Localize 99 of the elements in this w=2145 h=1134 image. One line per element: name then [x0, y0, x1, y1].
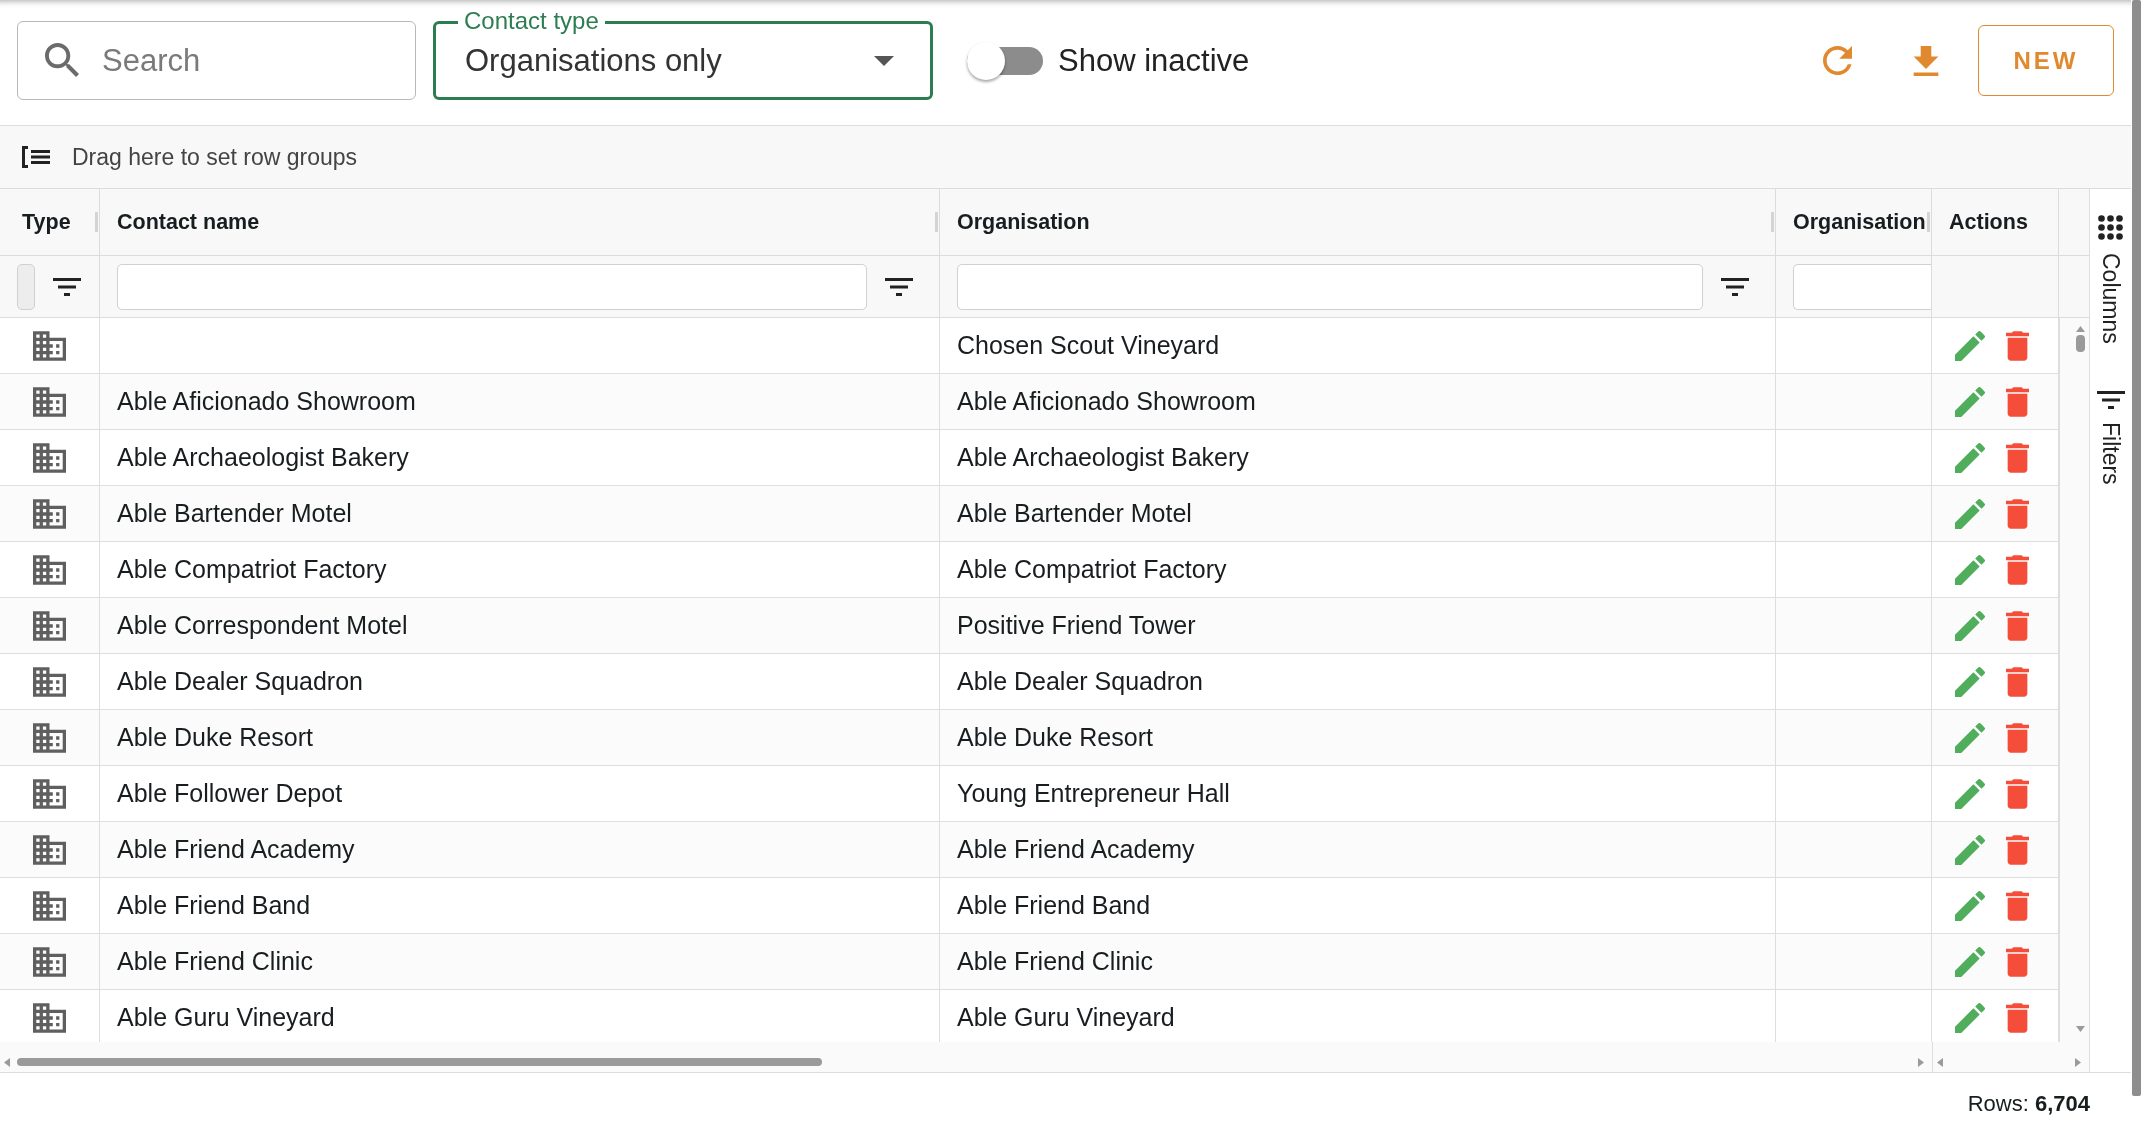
scroll-left-icon[interactable]: [1937, 1057, 1943, 1067]
trash-icon[interactable]: [2006, 834, 2029, 865]
building-icon: [33, 498, 66, 529]
search-field[interactable]: Search: [17, 21, 416, 100]
table-cell: Able Friend Academy: [100, 822, 940, 877]
pencil-icon[interactable]: [1955, 946, 1985, 977]
horizontal-scrollbar[interactable]: [0, 1042, 1932, 1072]
pencil-icon[interactable]: [1955, 386, 1985, 417]
filter-input[interactable]: [957, 263, 1703, 310]
filter-input[interactable]: [17, 263, 35, 310]
table-cell: Able Friend Band: [100, 878, 940, 933]
pencil-icon[interactable]: [1955, 330, 1985, 361]
toggle-label: Show inactive: [1058, 42, 1250, 79]
table-cell: Able Compatriot Factory: [940, 542, 1776, 597]
row-group-hint: Drag here to set row groups: [72, 143, 358, 171]
table-cell: Able Aficionado Showroom: [100, 374, 940, 429]
scroll-right-icon[interactable]: [2075, 1057, 2081, 1067]
pencil-icon[interactable]: [1955, 890, 1985, 921]
table-cell: Able Duke Resort: [940, 710, 1776, 765]
table-cell: Able Aficionado Showroom: [940, 374, 1776, 429]
side-panel-tab[interactable]: Filters: [2096, 388, 2125, 487]
table-cell: Able Friend Academy: [940, 822, 1776, 877]
column-header[interactable]: Organisation: [1776, 189, 1932, 255]
table-cell: Able Friend Clinic: [940, 934, 1776, 989]
filter-icon[interactable]: [1721, 277, 1749, 296]
table-cell: Able Bartender Motel: [100, 486, 940, 541]
building-icon: [33, 722, 66, 753]
filter-icon[interactable]: [885, 277, 913, 296]
building-icon: [33, 890, 66, 921]
scrollbar-thumb[interactable]: [2076, 335, 2085, 352]
trash-icon[interactable]: [2006, 890, 2029, 921]
trash-icon[interactable]: [2006, 554, 2029, 585]
building-icon: [33, 666, 66, 697]
column-header[interactable]: Organisation: [940, 189, 1776, 255]
table-cell: Able Compatriot Factory: [100, 542, 940, 597]
pencil-icon[interactable]: [1955, 666, 1985, 697]
building-icon: [33, 610, 66, 641]
scrollbar-thumb[interactable]: [17, 1058, 822, 1066]
trash-icon[interactable]: [2006, 722, 2029, 753]
trash-icon[interactable]: [2006, 778, 2029, 809]
pencil-icon[interactable]: [1955, 1002, 1985, 1033]
filter-input[interactable]: [1793, 263, 1931, 310]
scroll-right-icon[interactable]: [1918, 1057, 1924, 1067]
horizontal-scrollbar[interactable]: [1932, 1042, 2089, 1072]
building-icon: [33, 834, 66, 865]
scroll-down-icon[interactable]: [2076, 1026, 2085, 1032]
building-icon: [33, 442, 66, 473]
pencil-icon[interactable]: [1955, 554, 1985, 585]
building-icon: [33, 1002, 66, 1033]
table-cell: Able Follower Depot: [100, 766, 940, 821]
building-icon: [33, 946, 66, 977]
column-header[interactable]: Contact name: [100, 189, 940, 255]
refresh-icon[interactable]: [1823, 46, 1852, 75]
column-header[interactable]: Actions: [1932, 189, 2059, 255]
table-cell: Chosen Scout Vineyard: [940, 318, 1776, 373]
table-cell: Able Friend Clinic: [100, 934, 940, 989]
trash-icon[interactable]: [2006, 610, 2029, 641]
list-icon: [22, 146, 50, 168]
building-icon: [33, 330, 66, 361]
download-icon[interactable]: [1913, 45, 1939, 76]
table-cell: Able Friend Band: [940, 878, 1776, 933]
table-cell: Able Bartender Motel: [940, 486, 1776, 541]
pencil-icon[interactable]: [1955, 610, 1985, 641]
trash-icon[interactable]: [2006, 1002, 2029, 1033]
search-icon: [45, 43, 79, 77]
building-icon: [33, 386, 66, 417]
row-count: Rows: 6,704: [1967, 1090, 2090, 1117]
column-header[interactable]: Type: [0, 189, 100, 255]
pencil-icon[interactable]: [1955, 498, 1985, 529]
trash-icon[interactable]: [2006, 386, 2029, 417]
table-cell: Able Dealer Squadron: [100, 654, 940, 709]
pencil-icon[interactable]: [1955, 778, 1985, 809]
vertical-scrollbar[interactable]: [2059, 318, 2089, 1042]
table-cell: Young Entrepreneur Hall: [940, 766, 1776, 821]
scroll-left-icon[interactable]: [4, 1057, 10, 1067]
building-icon: [33, 554, 66, 585]
table-cell: Able Archaeologist Bakery: [100, 430, 940, 485]
pencil-icon[interactable]: [1955, 834, 1985, 865]
table-cell: Able Duke Resort: [100, 710, 940, 765]
field-label: Contact type: [458, 9, 605, 33]
table-cell: Able Archaeologist Bakery: [940, 430, 1776, 485]
filter-icon: [2096, 390, 2125, 409]
filter-input[interactable]: [117, 263, 867, 310]
scroll-up-icon[interactable]: [2076, 326, 2085, 332]
side-panel-tab[interactable]: Columns: [2098, 213, 2123, 346]
table-cell: Positive Friend Tower: [940, 598, 1776, 653]
trash-icon[interactable]: [2006, 666, 2029, 697]
trash-icon[interactable]: [2006, 330, 2029, 361]
filter-icon[interactable]: [53, 277, 81, 296]
table-cell: Able Correspondent Motel: [100, 598, 940, 653]
pencil-icon[interactable]: [1955, 442, 1985, 473]
table-cell: Able Dealer Squadron: [940, 654, 1776, 709]
caret-icon: [874, 55, 894, 66]
building-icon: [33, 778, 66, 809]
trash-icon[interactable]: [2006, 946, 2029, 977]
pencil-icon[interactable]: [1955, 722, 1985, 753]
trash-icon[interactable]: [2006, 498, 2029, 529]
trash-icon[interactable]: [2006, 442, 2029, 473]
grid-icon: [2098, 215, 2123, 240]
